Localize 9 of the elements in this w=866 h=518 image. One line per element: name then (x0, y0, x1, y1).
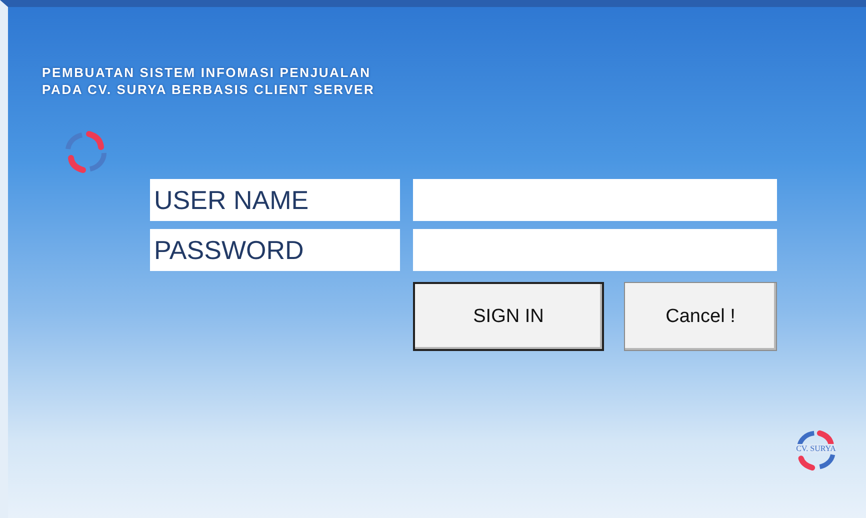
input-field[interactable] (413, 179, 777, 221)
app-title: PEMBUATAN SISTEM INFOMASI PENJUALAN (42, 65, 372, 80)
app-title: PADA CV. SURYA BERBASIS CLIENT SERVER (42, 82, 375, 97)
sign-in-button[interactable]: SIGN IN (413, 282, 604, 351)
company-name: CV. SURYA (796, 444, 836, 453)
field-label: PASSWORD (150, 229, 400, 271)
input-field[interactable] (413, 229, 777, 271)
cancel-button[interactable]: Cancel ! (624, 282, 777, 351)
field-label: USER NAME (150, 179, 400, 221)
